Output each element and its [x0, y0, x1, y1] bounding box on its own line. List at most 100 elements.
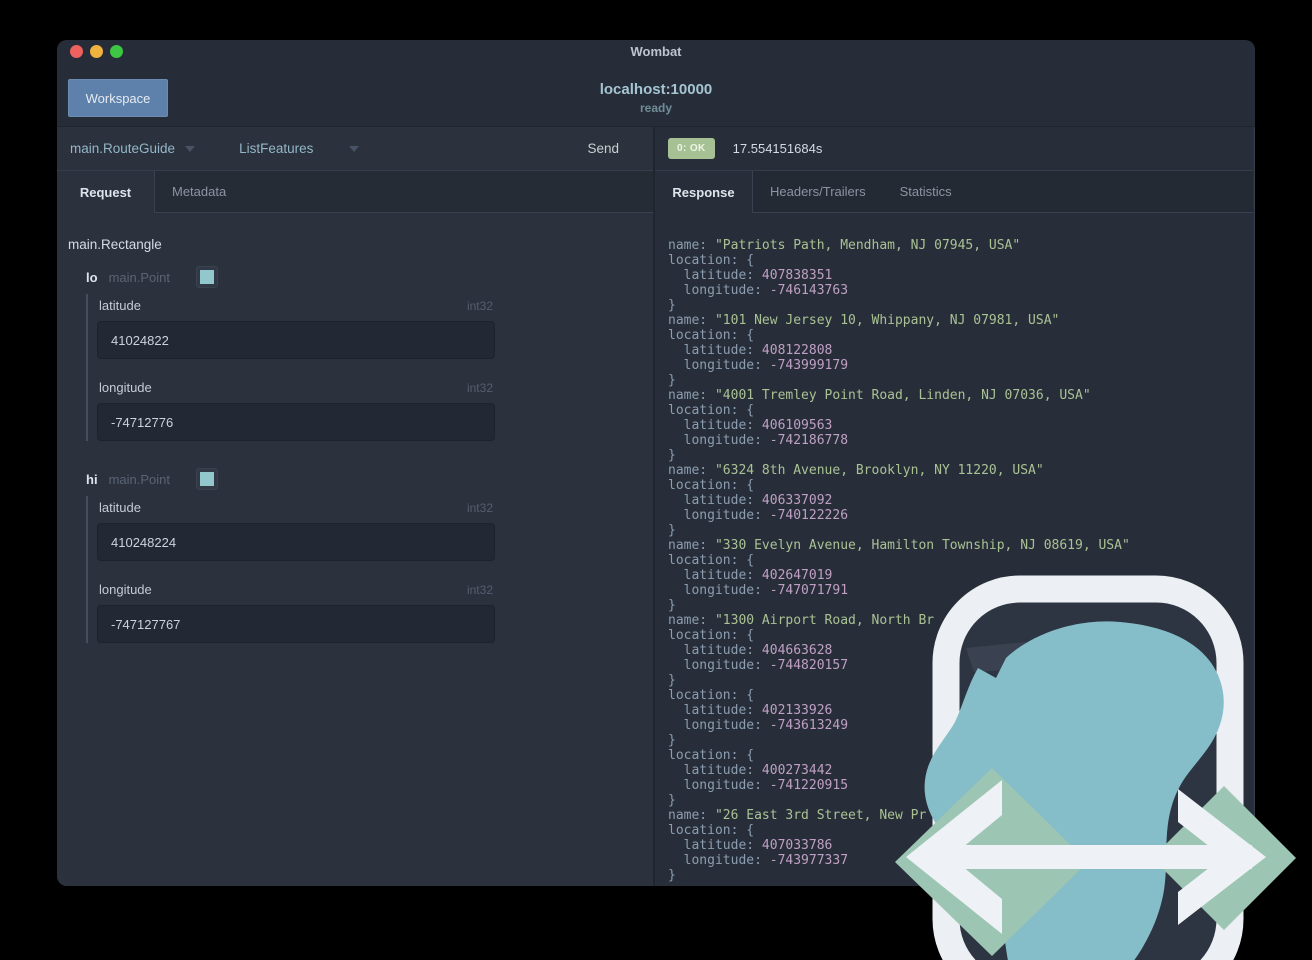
field-label-row: latitude int32	[97, 294, 495, 313]
response-line: location: {	[668, 628, 1253, 643]
response-token: }	[668, 523, 676, 538]
response-token: }	[668, 298, 676, 313]
response-line: longitude: -747071791	[668, 583, 1253, 598]
response-token: 408122808	[761, 343, 833, 358]
response-line: }	[668, 298, 1253, 313]
response-line: longitude: -743977337	[668, 853, 1253, 868]
field-label-row: longitude int32	[97, 376, 495, 395]
response-token: -743999179	[769, 358, 849, 373]
chevron-down-icon	[185, 145, 196, 152]
field-input-latitude[interactable]	[97, 321, 495, 359]
field-label: longitude	[99, 582, 152, 597]
response-token: 406337092	[761, 493, 833, 508]
response-line: }	[668, 598, 1253, 613]
service-selector[interactable]: main.RouteGuide	[70, 141, 196, 156]
response-line: location: {	[668, 328, 1253, 343]
tab-response[interactable]: Response	[655, 171, 753, 213]
service-name: main.RouteGuide	[70, 141, 176, 156]
group-field-name: lo	[86, 269, 98, 285]
response-token: latitude:	[668, 763, 762, 778]
response-line: longitude: -741220915	[668, 778, 1253, 793]
response-token: name:	[668, 238, 715, 253]
field-checkbox[interactable]	[195, 266, 218, 288]
tab-headers-trailers[interactable]: Headers/Trailers	[753, 171, 883, 212]
field-input-longitude[interactable]	[97, 605, 495, 643]
field-type: int32	[466, 298, 493, 313]
response-token: longitude:	[668, 718, 770, 733]
response-line: latitude: 406109563	[668, 418, 1253, 433]
response-token: latitude:	[668, 568, 762, 583]
duration-label: 17.554151684s	[732, 141, 823, 156]
response-token: name:	[668, 613, 715, 628]
response-line: latitude: 400273442	[668, 763, 1253, 778]
field-label-row: longitude int32	[97, 578, 495, 597]
field-input-longitude[interactable]	[97, 403, 495, 441]
field-input-latitude[interactable]	[97, 523, 495, 561]
group-field-type: main.Point	[108, 471, 170, 487]
form-group: hi main.Point latitude int32 longitude int32	[86, 468, 653, 643]
response-line: longitude: -746143763	[668, 283, 1253, 298]
request-tabbar: Request Metadata	[57, 171, 653, 213]
field-label: latitude	[99, 298, 141, 313]
response-line: }	[668, 523, 1253, 538]
form-groups: lomain.Pointlatitudeint32longitudeint32h…	[68, 266, 653, 643]
titlebar: Wombat Workspace localhost:10000 ready	[57, 40, 1255, 127]
response-line: }	[668, 868, 1253, 883]
group-header: lo main.Point	[86, 266, 653, 288]
send-button[interactable]: Send	[587, 141, 619, 156]
group-body: latitude int32 longitude int32	[86, 496, 653, 643]
response-line: location: {	[668, 748, 1253, 763]
response-token: longitude:	[668, 658, 770, 673]
form-group: lo main.Point latitude int32 longitude int32	[86, 266, 653, 441]
response-token: }	[668, 598, 676, 613]
response-line: }	[668, 373, 1253, 388]
response-token: longitude:	[668, 433, 770, 448]
field-label: latitude	[99, 500, 141, 515]
response-token: -744820157	[769, 658, 849, 673]
response-token: name:	[668, 313, 715, 328]
app-window: Wombat Workspace localhost:10000 ready m…	[57, 40, 1255, 886]
response-line: name: "Patriots Path, Mendham, NJ 07945,…	[668, 238, 1253, 253]
response-line: latitude: 408122808	[668, 343, 1253, 358]
response-line: longitude: -740122226	[668, 508, 1253, 523]
response-token: longitude:	[668, 358, 770, 373]
response-line: location: {	[668, 478, 1253, 493]
response-token: "1300 Airport Road, North Br	[714, 613, 935, 628]
method-selector[interactable]: ListFeatures	[239, 141, 360, 156]
response-token: 407033786	[761, 838, 833, 853]
response-token: location: {	[668, 688, 755, 703]
response-token: "26 East 3rd Street, New Pr	[714, 808, 927, 823]
field-label: longitude	[99, 380, 152, 395]
response-token: latitude:	[668, 343, 762, 358]
response-token: latitude:	[668, 493, 762, 508]
response-line: location: {	[668, 253, 1253, 268]
response-line: latitude: 406337092	[668, 493, 1253, 508]
response-token: 406109563	[761, 418, 833, 433]
field-checkbox[interactable]	[195, 468, 218, 490]
response-token: -746143763	[769, 283, 849, 298]
response-token: longitude:	[668, 283, 770, 298]
response-token: 407838351	[761, 268, 833, 283]
response-line: name: "1300 Airport Road, North Br	[668, 613, 1253, 628]
checkbox-fill	[199, 472, 214, 486]
response-tabbar-rest: Headers/Trailers Statistics	[753, 171, 1253, 213]
checkbox-fill	[199, 270, 214, 284]
host-address: localhost:10000	[599, 81, 713, 98]
main-panels: main.RouteGuide ListFeatures Send Reques…	[57, 127, 1255, 886]
response-token: name:	[668, 808, 715, 823]
tab-request[interactable]: Request	[57, 171, 155, 213]
response-line: name: "26 East 3rd Street, New Pr	[668, 808, 1253, 823]
response-line: latitude: 404663628	[668, 643, 1253, 658]
response-token: latitude:	[668, 268, 762, 283]
tab-statistics[interactable]: Statistics	[883, 171, 969, 212]
response-output[interactable]: name: "Patriots Path, Mendham, NJ 07945,…	[655, 213, 1253, 886]
response-token: longitude:	[668, 853, 770, 868]
response-token: }	[668, 373, 676, 388]
tab-metadata[interactable]: Metadata	[155, 171, 243, 212]
response-line: longitude: -743999179	[668, 358, 1253, 373]
request-form: main.Rectangle lo main.Point latitude int32…	[57, 213, 653, 886]
response-token: 404663628	[761, 643, 833, 658]
response-tabbar: Response Headers/Trailers Statistics	[655, 171, 1253, 213]
response-token: "330 Evelyn Avenue, Hamilton Township, N…	[714, 538, 1130, 553]
group-field-name: hi	[86, 471, 98, 487]
